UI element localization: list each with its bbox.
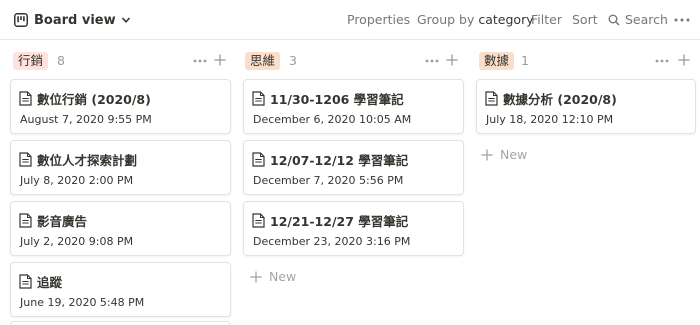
- board-card[interactable]: 數位行銷 (2020/8) August 7, 2020 9:55 PM: [10, 79, 231, 134]
- page-icon: [252, 152, 265, 167]
- board-icon: [14, 13, 28, 27]
- more-icon[interactable]: [425, 54, 441, 68]
- card-title: 數位人才探索計劃: [37, 153, 138, 168]
- board-card-partial[interactable]: [10, 321, 231, 325]
- board-card[interactable]: 11/30-1206 學習筆記 December 6, 2020 10:05 A…: [243, 79, 464, 134]
- plus-icon: [481, 149, 493, 161]
- group-by-value: category: [478, 12, 534, 27]
- properties-button[interactable]: Properties: [347, 12, 410, 27]
- card-title: 12/07-12/12 學習筆記: [270, 153, 409, 168]
- card-title-row: 數位行銷 (2020/8): [19, 89, 151, 108]
- more-options-icon[interactable]: [674, 12, 690, 28]
- page-icon: [252, 91, 265, 106]
- new-card-label: New: [500, 147, 528, 162]
- group-by-button[interactable]: Group by category: [417, 12, 534, 27]
- new-card-label: New: [269, 269, 297, 284]
- board-column: 數據 1 數據分析 (2020/8) July 18, 2020 12:10 P…: [472, 40, 700, 325]
- card-title-row: 追蹤: [19, 272, 62, 291]
- group-tag[interactable]: 思維: [245, 52, 281, 70]
- board-card[interactable]: 影音廣告 July 2, 2020 9:08 PM: [10, 201, 231, 256]
- card-date: June 19, 2020 5:48 PM: [20, 296, 145, 309]
- board-card[interactable]: 數位人才探索計劃 July 8, 2020 2:00 PM: [10, 140, 231, 195]
- board-card[interactable]: 12/07-12/12 學習筆記 December 7, 2020 5:56 P…: [243, 140, 464, 195]
- card-title: 數位行銷 (2020/8): [37, 92, 151, 107]
- sort-button[interactable]: Sort: [572, 12, 598, 27]
- card-title-row: 12/07-12/12 學習筆記: [252, 150, 408, 169]
- view-toolbar: Board view Properties Group by category …: [0, 0, 700, 40]
- card-date: December 6, 2020 10:05 AM: [253, 113, 412, 126]
- board-column: 思維 3 11/30-1206 學習筆記 December 6, 2020 10…: [240, 40, 472, 325]
- card-date: July 8, 2020 2:00 PM: [20, 174, 134, 187]
- group-count: 3: [289, 53, 297, 68]
- card-title-row: 數據分析 (2020/8): [485, 89, 617, 108]
- card-title: 數據分析 (2020/8): [503, 92, 617, 107]
- board-card[interactable]: 12/21-12/27 學習筆記 December 23, 2020 3:16 …: [243, 201, 464, 256]
- group-count: 1: [521, 53, 529, 68]
- page-icon: [19, 91, 32, 106]
- card-date: August 7, 2020 9:55 PM: [20, 113, 152, 126]
- new-card-button[interactable]: New: [481, 147, 527, 162]
- chevron-down-icon: [121, 15, 131, 25]
- board-column: 行銷 8 數位行銷 (2020/8) August 7, 2020 9:55 P…: [0, 40, 240, 325]
- page-icon: [252, 213, 265, 228]
- plus-icon: [250, 271, 262, 283]
- more-icon[interactable]: [655, 54, 671, 68]
- group-by-prefix: Group by: [417, 12, 475, 27]
- card-date: July 2, 2020 9:08 PM: [20, 235, 134, 248]
- card-title-row: 影音廣告: [19, 211, 87, 230]
- page-icon: [19, 274, 32, 289]
- page-icon: [485, 91, 498, 106]
- view-name: Board view: [34, 12, 116, 28]
- card-date: December 23, 2020 3:16 PM: [253, 235, 411, 248]
- card-title-row: 11/30-1206 學習筆記: [252, 89, 404, 108]
- filter-button[interactable]: Filter: [531, 12, 562, 27]
- group-count: 8: [57, 53, 65, 68]
- search-label: Search: [625, 12, 668, 27]
- page-icon: [19, 213, 32, 228]
- card-title: 追蹤: [37, 275, 63, 290]
- card-title-row: 數位人才探索計劃: [19, 150, 137, 169]
- card-title: 11/30-1206 學習筆記: [270, 92, 404, 107]
- column-header: 數據 1: [472, 40, 700, 78]
- search-icon: [608, 14, 620, 26]
- board-card[interactable]: 數據分析 (2020/8) July 18, 2020 12:10 PM: [476, 79, 696, 134]
- search-button[interactable]: Search: [608, 12, 668, 27]
- card-date: July 18, 2020 12:10 PM: [486, 113, 614, 126]
- card-title: 影音廣告: [37, 214, 88, 229]
- new-card-button[interactable]: New: [250, 269, 296, 284]
- more-icon[interactable]: [193, 54, 209, 68]
- column-header: 思維 3: [240, 40, 472, 78]
- column-header: 行銷 8: [0, 40, 240, 78]
- board-view-switcher[interactable]: Board view: [14, 11, 131, 29]
- page-icon: [19, 152, 32, 167]
- card-title-row: 12/21-12/27 學習筆記: [252, 211, 408, 230]
- board-card[interactable]: 追蹤 June 19, 2020 5:48 PM: [10, 262, 231, 317]
- add-icon[interactable]: [213, 53, 227, 67]
- card-title: 12/21-12/27 學習筆記: [270, 214, 409, 229]
- add-icon[interactable]: [677, 53, 691, 67]
- group-tag[interactable]: 數據: [479, 52, 515, 70]
- card-date: December 7, 2020 5:56 PM: [253, 174, 404, 187]
- group-tag[interactable]: 行銷: [13, 52, 49, 70]
- add-icon[interactable]: [445, 53, 459, 67]
